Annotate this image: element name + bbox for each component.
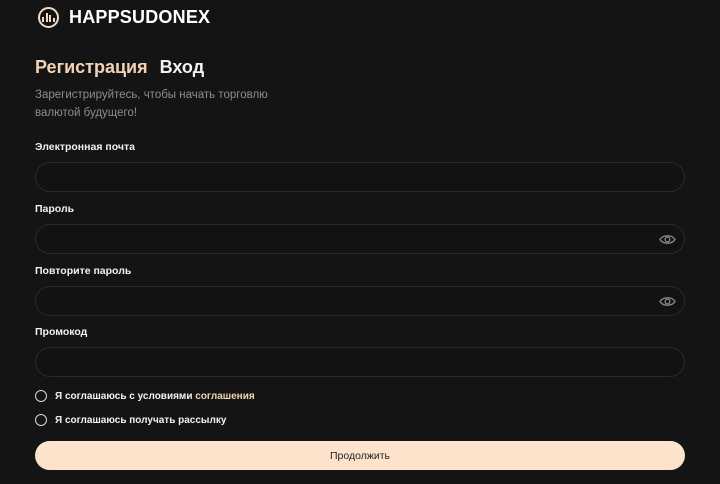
promo-field-wrapper [35, 347, 685, 377]
terms-agreement: Я соглашаюсь с условиями соглашения [35, 390, 255, 402]
email-field-wrapper [35, 162, 685, 192]
terms-radio[interactable] [35, 390, 47, 402]
terms-link[interactable]: соглашения [195, 391, 254, 402]
eye-icon[interactable] [659, 295, 677, 307]
promo-field[interactable] [36, 348, 684, 376]
newsletter-radio[interactable] [35, 414, 47, 426]
tab-login[interactable]: Вход [160, 57, 205, 78]
newsletter-agreement: Я соглашаюсь получать рассылку [35, 414, 226, 426]
password-field[interactable] [36, 225, 659, 253]
password-repeat-label: Повторите пароль [35, 265, 132, 277]
password-label: Пароль [35, 203, 75, 215]
auth-tabs: Регистрация Вход [35, 57, 204, 78]
email-label: Электронная почта [35, 141, 135, 153]
continue-button[interactable]: Продолжить [35, 441, 685, 470]
brand[interactable]: HAPPSUDONEX [38, 7, 210, 28]
terms-prefix: Я соглашаюсь с условиями [55, 390, 193, 402]
password-repeat-field[interactable] [36, 287, 659, 315]
terms-text: Я соглашаюсь с условиями соглашения [55, 391, 255, 402]
registration-page: HAPPSUDONEX Регистрация Вход Зарегистрир… [0, 0, 720, 484]
password-field-wrapper [35, 224, 685, 254]
password-repeat-field-wrapper [35, 286, 685, 316]
email-field[interactable] [36, 163, 684, 191]
brand-name: HAPPSUDONEX [69, 7, 211, 27]
newsletter-text: Я соглашаюсь получать рассылку [55, 414, 227, 426]
promo-label: Промокод [35, 326, 88, 338]
tab-register[interactable]: Регистрация [35, 57, 148, 78]
page-subtitle: Зарегистрируйтесь, чтобы начать торговлю… [35, 89, 268, 119]
bar-chart-circle-icon [38, 7, 59, 28]
eye-icon[interactable] [659, 233, 677, 245]
